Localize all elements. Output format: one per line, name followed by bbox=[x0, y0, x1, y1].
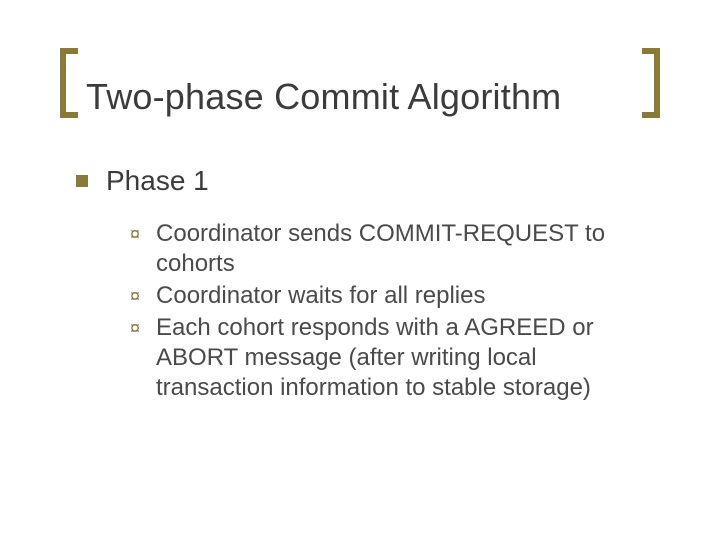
sub-item-text: Coordinator sends COMMIT-REQUEST to coho… bbox=[156, 219, 660, 279]
list-item: Phase 1 bbox=[76, 165, 660, 197]
title-wrap: Two-phase Commit Algorithm bbox=[60, 48, 660, 118]
sublist: ¤ Coordinator sends COMMIT-REQUEST to co… bbox=[130, 219, 660, 403]
open-square-bullet-icon: ¤ bbox=[130, 281, 140, 311]
list-item: ¤ Each cohort responds with a AGREED or … bbox=[130, 313, 660, 403]
open-square-bullet-icon: ¤ bbox=[130, 313, 140, 343]
slide-title: Two-phase Commit Algorithm bbox=[86, 78, 634, 116]
sub-item-text: Coordinator waits for all replies bbox=[156, 281, 485, 311]
sub-item-text: Each cohort responds with a AGREED or AB… bbox=[156, 313, 660, 403]
phase-heading: Phase 1 bbox=[106, 165, 209, 197]
list-item: ¤ Coordinator sends COMMIT-REQUEST to co… bbox=[130, 219, 660, 279]
bracket-left-icon bbox=[60, 48, 78, 118]
slide-body: Phase 1 ¤ Coordinator sends COMMIT-REQUE… bbox=[76, 165, 660, 405]
list-item: ¤ Coordinator waits for all replies bbox=[130, 281, 660, 311]
square-bullet-icon bbox=[76, 175, 88, 187]
bracket-right-icon bbox=[642, 48, 660, 118]
slide: Two-phase Commit Algorithm Phase 1 ¤ Coo… bbox=[0, 0, 720, 540]
open-square-bullet-icon: ¤ bbox=[130, 219, 140, 249]
